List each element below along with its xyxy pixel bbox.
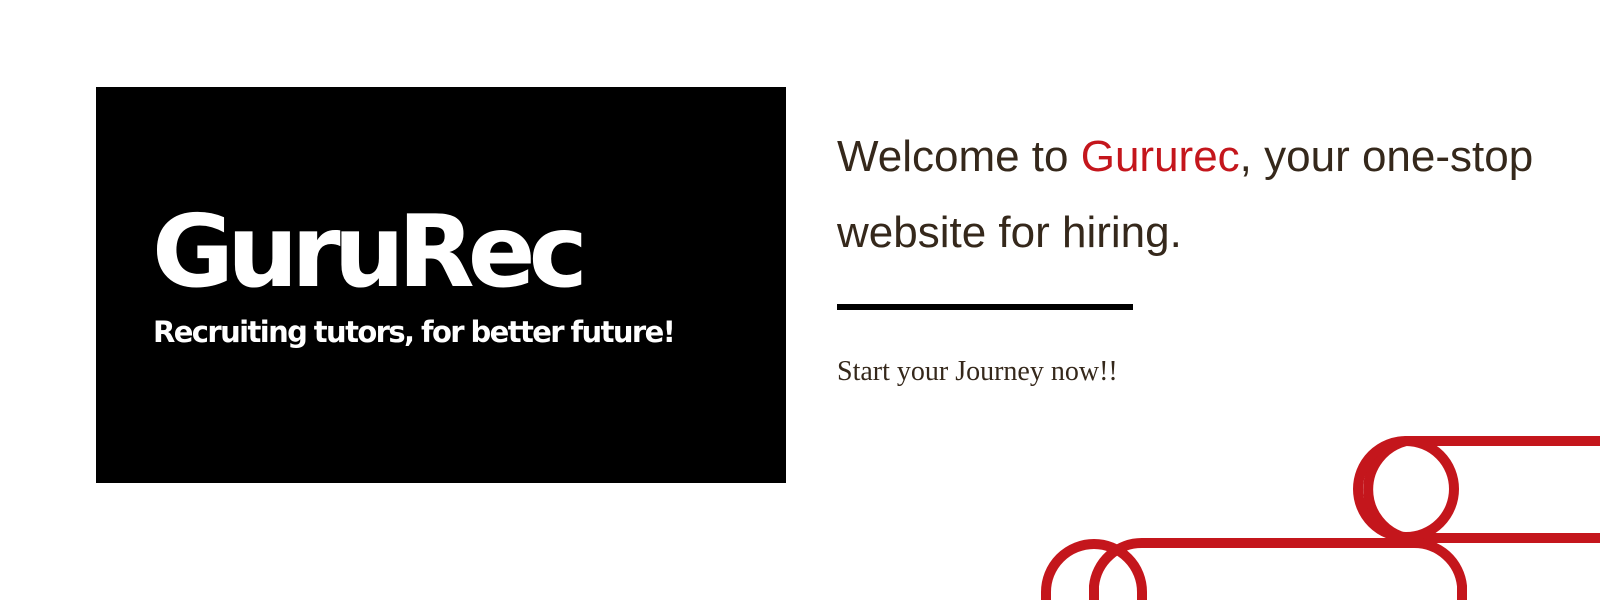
lower-pipe <box>1089 537 1467 600</box>
upper-pipe <box>1363 436 1600 543</box>
decorative-pipes-graphic <box>1041 436 1600 600</box>
